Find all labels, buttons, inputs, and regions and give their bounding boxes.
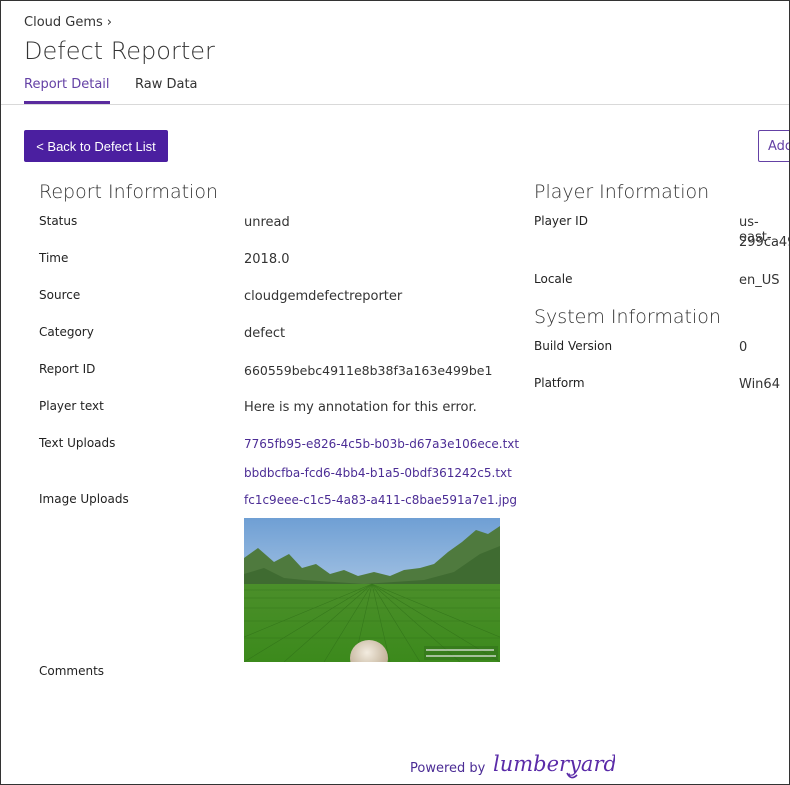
comments-label: Comments <box>39 664 105 678</box>
source-value: cloudgemdefectreporter <box>244 289 403 304</box>
platform-label: Platform <box>534 376 585 390</box>
image-upload-link[interactable]: fc1c9eee-c1c5-4a83-a411-c8bae591a7e1.jpg <box>244 493 517 507</box>
tab-report-detail[interactable]: Report Detail <box>24 77 110 104</box>
status-label: Status <box>39 214 78 228</box>
uploaded-screenshot-thumbnail[interactable] <box>244 518 500 662</box>
breadcrumb-cloud-gems[interactable]: Cloud Gems <box>24 15 103 30</box>
system-information-heading: System Information <box>534 306 721 328</box>
page-title: Defect Reporter <box>24 37 215 65</box>
locale-value: en_US <box>739 273 780 288</box>
source-label: Source <box>39 288 81 302</box>
category-label: Category <box>39 325 94 339</box>
status-value: unread <box>244 215 290 230</box>
report-information-heading: Report Information <box>39 181 219 203</box>
player-text-label: Player text <box>39 399 104 413</box>
category-value: defect <box>244 326 286 341</box>
chevron-right-icon: › <box>106 15 112 30</box>
powered-by-text: Powered by <box>410 760 486 776</box>
back-to-defect-list-button[interactable]: < Back to Defect List <box>24 130 168 162</box>
tab-raw-data[interactable]: Raw Data <box>135 77 198 104</box>
player-information-heading: Player Information <box>534 181 710 203</box>
tab-bar: Report Detail Raw Data <box>1 77 789 105</box>
image-uploads-label: Image Uploads <box>39 492 129 506</box>
report-id-label: Report ID <box>39 362 96 376</box>
svg-text:lumberyard: lumberyard <box>493 752 615 776</box>
platform-value: Win64 <box>739 377 780 392</box>
powered-by-footer: Powered by lumberyard <box>410 749 617 784</box>
time-value: 2018.0 <box>244 252 290 267</box>
player-id-label: Player ID <box>534 214 588 228</box>
build-version-label: Build Version <box>534 339 613 353</box>
app-frame: Cloud Gems › Defect Reporter Report Deta… <box>0 0 790 785</box>
breadcrumb: Cloud Gems › <box>24 15 112 30</box>
text-upload-link[interactable]: bbdbcfba-fcd6-4bb4-b1a5-0bdf361242c5.txt <box>244 466 512 480</box>
report-id-value: 660559bebc4911e8b38f3a163e499be1 <box>244 363 493 378</box>
add-button[interactable]: Add <box>758 130 789 162</box>
player-id-value-continued: 299ca49 <box>739 235 790 250</box>
lumberyard-logo: lumberyard <box>491 749 617 784</box>
time-label: Time <box>39 251 69 265</box>
text-upload-link[interactable]: 7765fb95-e826-4c5b-b03b-d67a3e106ece.txt <box>244 437 519 451</box>
text-uploads-label: Text Uploads <box>39 436 116 450</box>
locale-label: Locale <box>534 272 573 286</box>
build-version-value: 0 <box>739 340 748 355</box>
player-text-value: Here is my annotation for this error. <box>244 400 477 415</box>
